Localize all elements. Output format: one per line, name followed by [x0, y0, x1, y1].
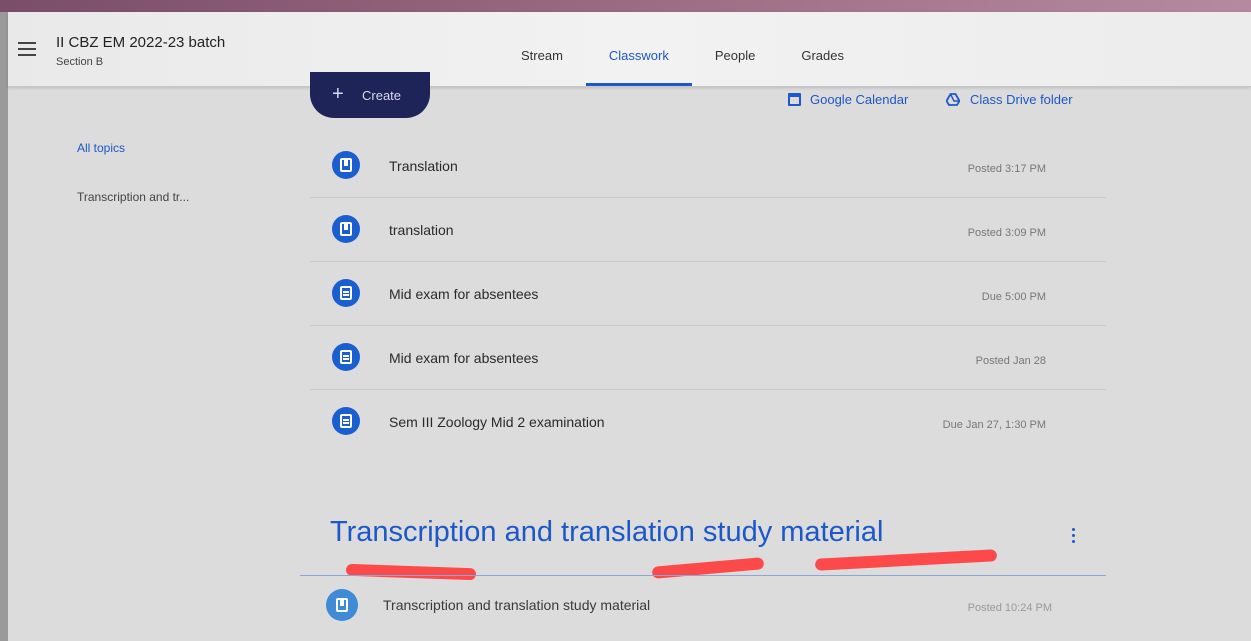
tab-people[interactable]: People [692, 48, 778, 86]
app-header: II CBZ EM 2022-23 batch Section B Stream… [8, 12, 1251, 87]
topic-divider [300, 575, 1106, 576]
classwork-item-date: Posted 3:09 PM [967, 227, 1046, 239]
assignment-icon [332, 279, 360, 307]
classwork-item[interactable]: translation Posted 3:09 PM [310, 198, 1106, 262]
sidebar-item-all-topics[interactable]: All topics [77, 141, 125, 155]
photo-left-edge [0, 12, 8, 641]
classwork-item[interactable]: Mid exam for absentees Posted Jan 28 [310, 326, 1106, 390]
topic-heading: Transcription and translation study mate… [330, 516, 884, 548]
classwork-item-title: Mid exam for absentees [389, 350, 539, 366]
assignment-icon [332, 407, 360, 435]
classwork-item-date: Due Jan 27, 1:30 PM [942, 419, 1046, 431]
class-drive-folder-link[interactable]: Class Drive folder [946, 92, 1073, 107]
google-calendar-label: Google Calendar [810, 92, 909, 107]
red-annotation-stroke [345, 563, 477, 581]
classwork-item[interactable]: Sem III Zoology Mid 2 examination Due Ja… [310, 390, 1106, 453]
topic-item[interactable]: Transcription and translation study mate… [310, 580, 1106, 636]
classwork-item-title: Translation [389, 158, 458, 174]
photo-top-edge [0, 0, 1251, 12]
classwork-item-title: Mid exam for absentees [389, 286, 539, 302]
topic-item-title: Transcription and translation study mate… [383, 597, 651, 613]
classwork-item[interactable]: Translation Posted 3:17 PM [310, 134, 1106, 198]
classwork-item-date: Due 5:00 PM [981, 291, 1046, 303]
classwork-item[interactable]: Mid exam for absentees Due 5:00 PM [310, 262, 1106, 326]
tab-classwork[interactable]: Classwork [585, 48, 692, 86]
material-icon [326, 589, 358, 621]
google-calendar-link[interactable]: Google Calendar [788, 92, 908, 107]
material-icon [332, 215, 360, 243]
hamburger-menu-icon[interactable] [18, 42, 36, 56]
sidebar-item-transcription[interactable]: Transcription and tr... [77, 190, 189, 204]
classwork-list: Translation Posted 3:17 PM translation P… [310, 134, 1106, 453]
more-options-icon[interactable] [1072, 528, 1076, 546]
tab-stream[interactable]: Stream [498, 48, 586, 86]
material-icon [332, 151, 360, 179]
classwork-item-title: Sem III Zoology Mid 2 examination [389, 414, 605, 430]
tab-grades[interactable]: Grades [778, 48, 867, 86]
create-button-label: Create [362, 88, 402, 103]
class-section: Section B [56, 56, 104, 68]
plus-icon: + [332, 83, 344, 105]
classwork-item-date: Posted Jan 28 [975, 355, 1046, 367]
drive-icon [946, 93, 960, 106]
classwork-item-date: Posted 3:17 PM [967, 163, 1046, 175]
classwork-item-title: translation [389, 222, 454, 238]
topic-item-date: Posted 10:24 PM [967, 602, 1052, 614]
tab-bar: Stream Classwork People Grades [498, 48, 867, 86]
calendar-icon [788, 93, 801, 106]
assignment-icon [332, 343, 360, 371]
class-title[interactable]: II CBZ EM 2022-23 batch [56, 34, 225, 51]
create-button[interactable]: + Create [310, 72, 430, 118]
red-annotation-stroke [814, 549, 998, 571]
class-drive-folder-label: Class Drive folder [970, 92, 1073, 107]
